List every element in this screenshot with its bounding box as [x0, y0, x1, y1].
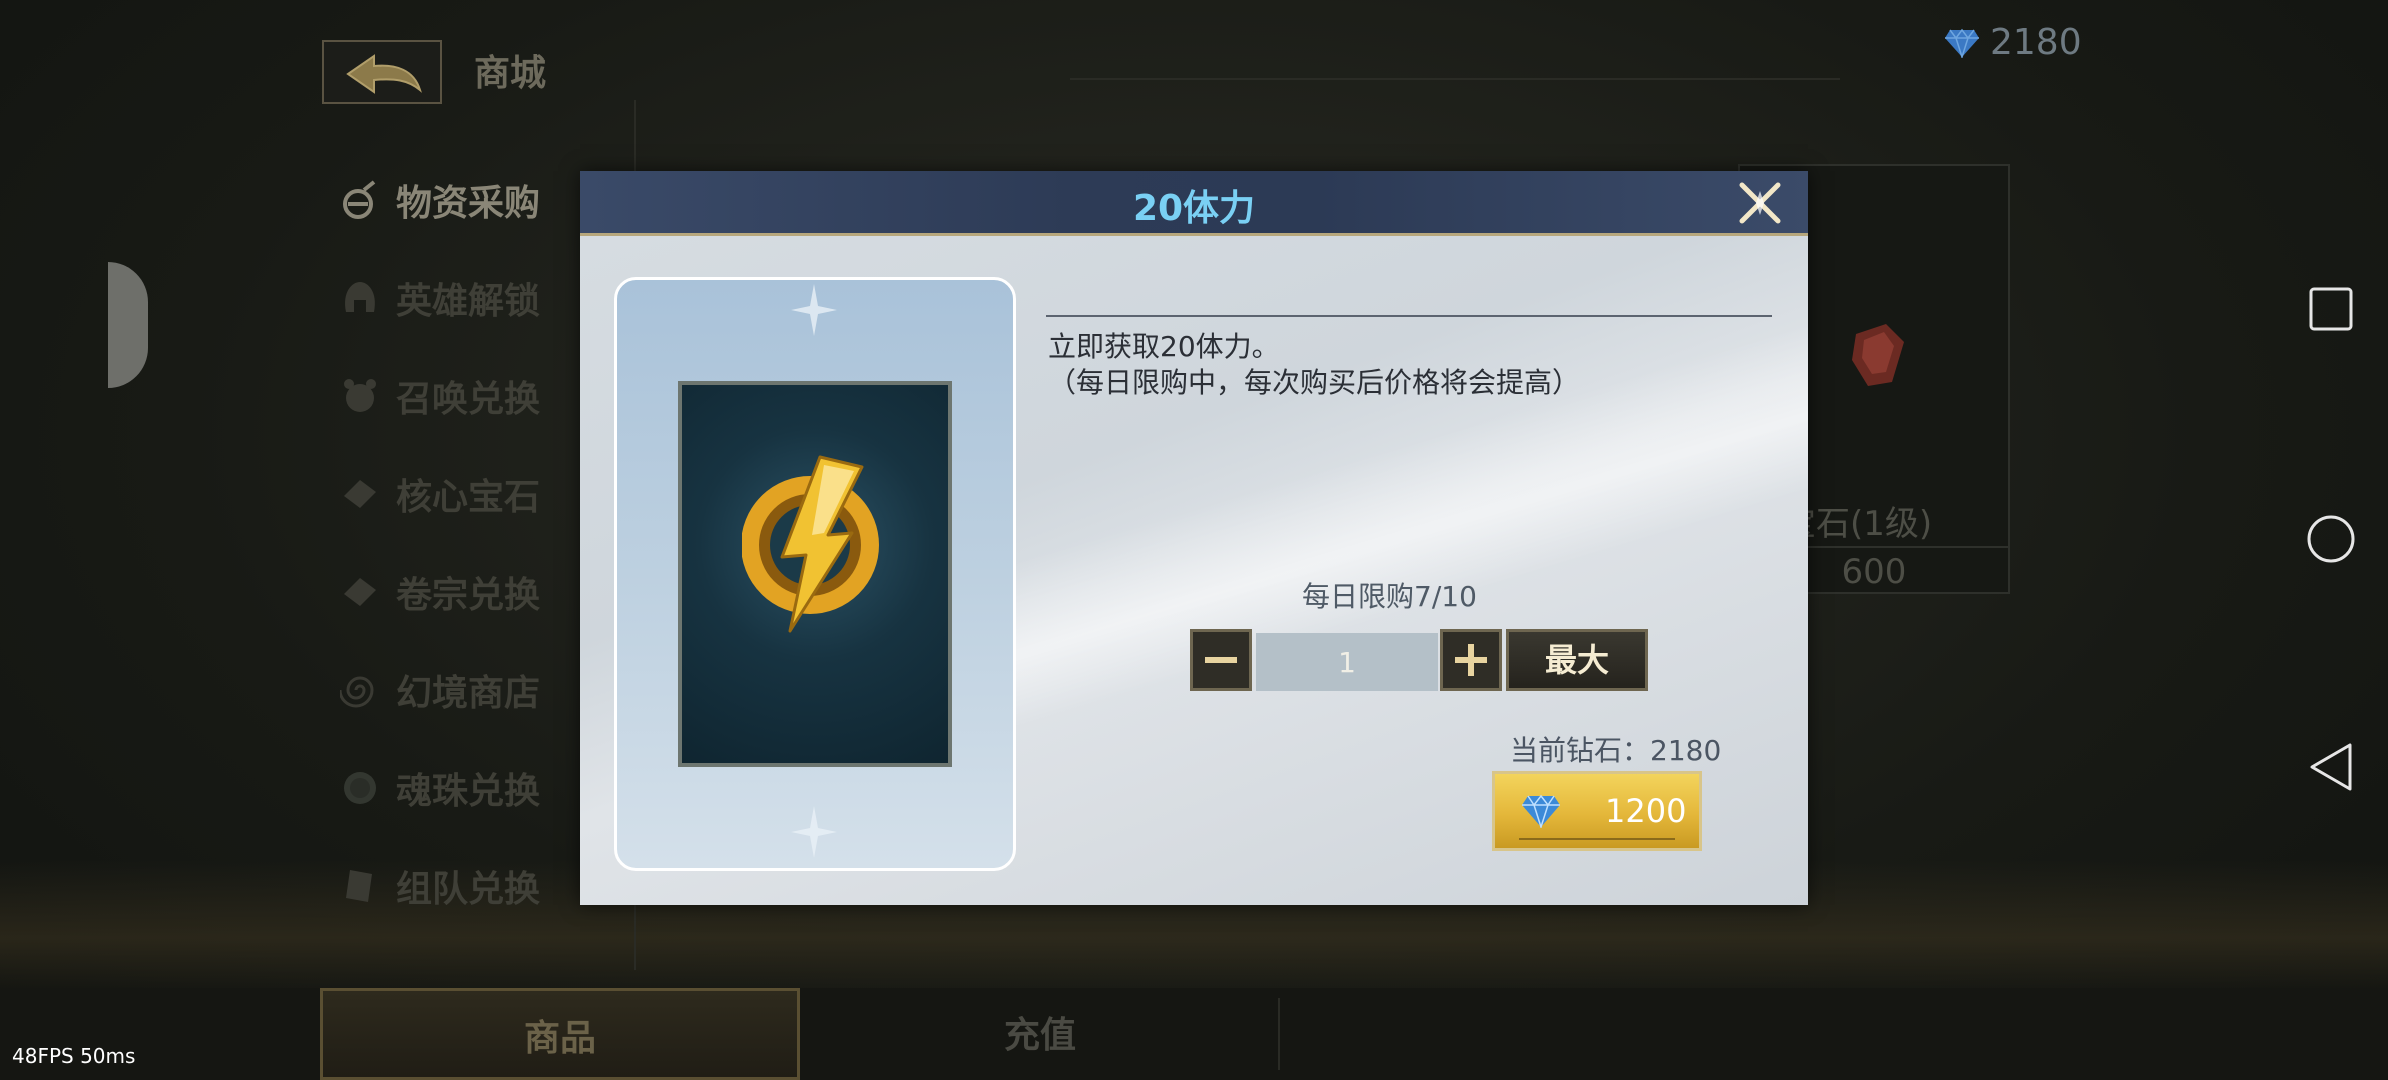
- recent-apps-button[interactable]: [2308, 286, 2354, 332]
- purchase-dialog: 20体力 立即获取20体力。 （每日限购中，每次购买后价格将会提高） 每日限购7…: [580, 171, 1808, 905]
- sidebar-item-label: 核心宝石: [396, 477, 541, 518]
- beast-icon: [340, 376, 380, 416]
- helmet-icon: [340, 278, 380, 318]
- item-description: 立即获取20体力。: [1048, 330, 1280, 363]
- price-label: 1200: [1605, 792, 1687, 830]
- sidebar-item-scroll-exchange[interactable]: 卷宗兑换: [340, 562, 540, 622]
- back-button[interactable]: [322, 40, 442, 104]
- dialog-title: 20体力: [1132, 188, 1256, 229]
- close-button[interactable]: [1734, 177, 1786, 229]
- item-card: [678, 381, 952, 767]
- scroll-tag-icon: [340, 572, 380, 612]
- diamond-icon: [1945, 28, 1979, 58]
- sidebar-item-core-gems[interactable]: 核心宝石: [340, 464, 540, 524]
- tab-goods-label: 商品: [523, 1018, 596, 1059]
- swirl-icon: [340, 670, 380, 710]
- back-arrow-icon: [346, 54, 422, 94]
- tab-goods[interactable]: 商品: [320, 988, 800, 1080]
- sparkle-icon: [791, 806, 837, 858]
- quantity-increase-button[interactable]: [1440, 629, 1502, 691]
- home-button[interactable]: [2306, 514, 2356, 564]
- buy-button[interactable]: 1200: [1492, 771, 1702, 851]
- item-description-note: （每日限购中，每次购买后价格将会提高）: [1048, 366, 1581, 399]
- close-icon: [1756, 191, 1764, 215]
- sidebar-item-label: 幻境商店: [396, 673, 541, 714]
- potion-icon: [340, 180, 380, 220]
- sidebar-item-label: 召唤兑换: [396, 379, 541, 420]
- sidebar-item-supplies[interactable]: 物资采购: [340, 170, 540, 230]
- page-title: 商城: [474, 53, 547, 94]
- sidebar-item-label: 魂珠兑换: [396, 771, 541, 812]
- sidebar-item-team-exchange[interactable]: 组队兑换: [340, 856, 540, 916]
- gem-count: 2180: [1990, 22, 2082, 63]
- current-gem-balance: 当前钻石：2180: [1510, 734, 1722, 767]
- daily-limit: 每日限购7/10: [1302, 580, 1477, 613]
- quantity-decrease-button[interactable]: [1190, 629, 1252, 691]
- sidebar-item-label: 物资采购: [396, 183, 541, 224]
- red-gem-icon: [1852, 324, 1904, 386]
- sidebar-item-soul-orb-exchange[interactable]: 魂珠兑换: [340, 758, 540, 818]
- sidebar-item-illusion-shop[interactable]: 幻境商店: [340, 660, 540, 720]
- sidebar-item-hero-unlock[interactable]: 英雄解锁: [340, 268, 540, 328]
- gem-tag-icon: [340, 474, 380, 514]
- card-icon: [340, 866, 380, 906]
- tab-recharge[interactable]: 充值: [1004, 1006, 1076, 1058]
- orb-icon: [340, 768, 380, 808]
- diamond-icon: [1522, 794, 1560, 828]
- header-divider: [1070, 78, 1840, 80]
- fps-counter: 48FPS 50ms: [12, 1044, 136, 1068]
- sidebar-item-label: 英雄解锁: [396, 281, 541, 322]
- quantity-input[interactable]: [1256, 633, 1438, 691]
- plus-icon: [1455, 644, 1487, 676]
- sparkle-icon: [791, 284, 837, 336]
- price-underline: [1519, 838, 1675, 840]
- minus-icon: [1205, 657, 1237, 663]
- description-divider: [1046, 315, 1772, 317]
- gem-balance: 2180: [1944, 22, 2082, 63]
- sidebar-item-summon-exchange[interactable]: 召唤兑换: [340, 366, 540, 426]
- sidebar-item-label: 组队兑换: [396, 869, 541, 910]
- max-quantity-button[interactable]: 最大: [1506, 629, 1648, 691]
- sidebar-item-label: 卷宗兑换: [396, 575, 541, 616]
- lightning-bolt-icon: [742, 455, 879, 633]
- dialog-header: 20体力: [580, 171, 1808, 236]
- back-nav-button[interactable]: [2308, 742, 2354, 792]
- tab-divider: [1278, 998, 1280, 1070]
